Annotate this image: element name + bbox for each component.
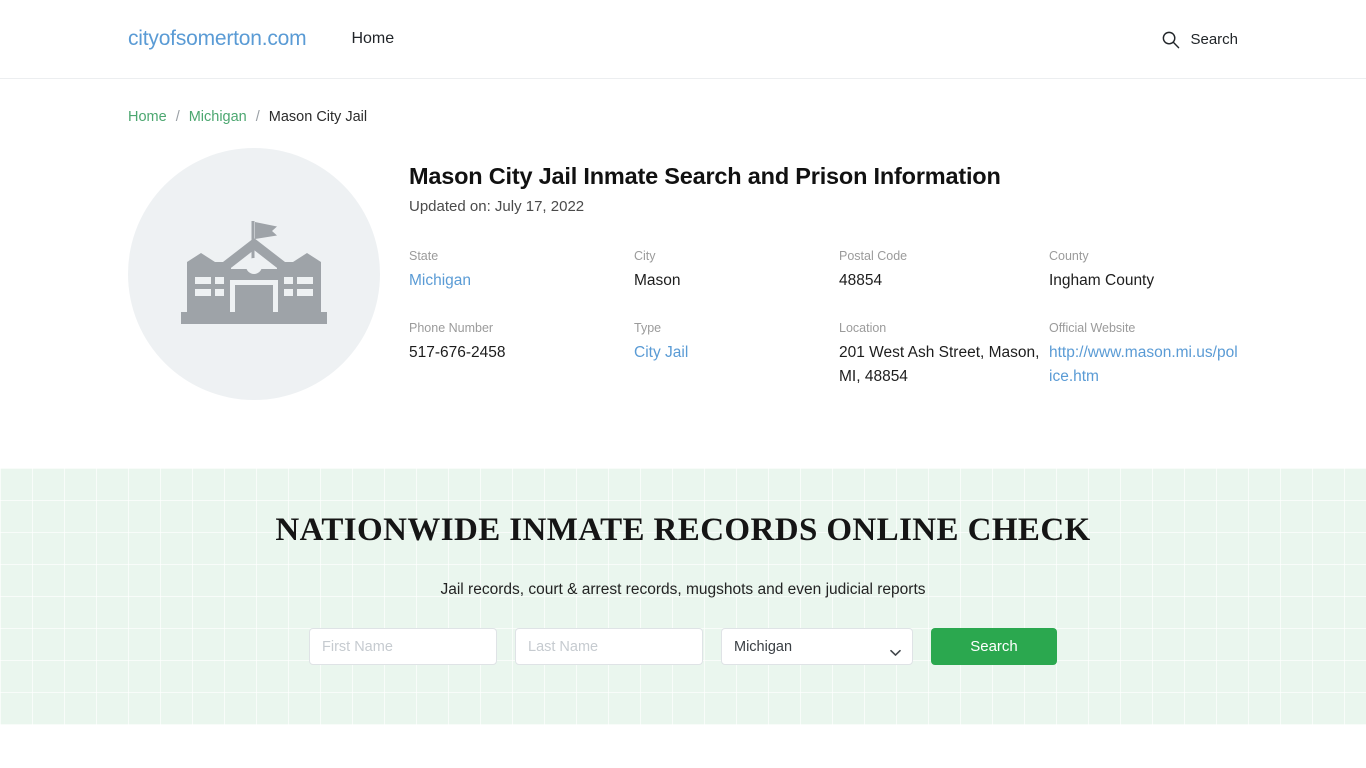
- nav-item-home[interactable]: Home: [349, 26, 396, 52]
- info-value: http://www.mason.mi.us/police.htm: [1049, 341, 1238, 389]
- info-value: Ingham County: [1049, 271, 1155, 289]
- info-value: 48854: [839, 271, 883, 289]
- facility-info-grid: State Michigan City Mason Postal Code 48…: [409, 249, 1238, 389]
- info-value: 517-676-2458: [409, 343, 506, 361]
- site-logo[interactable]: cityofsomerton.com: [128, 27, 307, 51]
- breadcrumb-separator: /: [255, 109, 260, 125]
- last-name-input[interactable]: [515, 628, 703, 665]
- breadcrumb-item-current: Mason City Jail: [268, 109, 368, 125]
- hero-body: Mason City Jail Inmate Search and Prison…: [380, 143, 1238, 389]
- hero-section: Mason City Jail Inmate Search and Prison…: [0, 125, 1366, 400]
- info-field-official-website: Official Website http://www.mason.mi.us/…: [1049, 321, 1238, 389]
- facility-image: [128, 148, 380, 400]
- breadcrumb-separator: /: [175, 109, 180, 125]
- building-icon: [181, 213, 327, 335]
- breadcrumb-item-michigan[interactable]: Michigan: [189, 109, 247, 125]
- promo-search-button[interactable]: Search: [931, 628, 1057, 665]
- type-link[interactable]: City Jail: [634, 344, 688, 361]
- promo-subtitle: Jail records, court & arrest records, mu…: [440, 581, 926, 598]
- inmate-records-promo: NATIONWIDE INMATE RECORDS ONLINE CHECK J…: [0, 468, 1366, 725]
- inmate-search-form: Michigan Search: [0, 628, 1366, 665]
- info-value: Mason: [634, 271, 681, 289]
- info-field-city: City Mason: [634, 249, 839, 293]
- header-search-button[interactable]: Search: [1161, 30, 1238, 49]
- breadcrumb: Home / Michigan / Mason City Jail: [128, 109, 1238, 125]
- info-label: Phone Number: [409, 320, 494, 335]
- header-search-label: Search: [1190, 30, 1238, 48]
- info-label: City: [634, 248, 656, 263]
- state-link[interactable]: Michigan: [409, 272, 471, 289]
- state-select-wrap: Michigan: [721, 628, 913, 665]
- state-select[interactable]: Michigan: [721, 628, 913, 665]
- search-icon: [1161, 30, 1180, 49]
- official-website-link[interactable]: http://www.mason.mi.us/police.htm: [1049, 344, 1238, 385]
- info-label: Official Website: [1049, 320, 1136, 335]
- info-label: County: [1049, 248, 1089, 263]
- updated-date: Updated on: July 17, 2022: [409, 197, 585, 215]
- info-field-type: Type City Jail: [634, 321, 839, 389]
- info-label: Location: [839, 320, 887, 335]
- page-title: Mason City Jail Inmate Search and Prison…: [409, 163, 1001, 189]
- site-header: cityofsomerton.com Home Search: [0, 0, 1366, 79]
- info-label: Type: [634, 320, 662, 335]
- info-value: City Jail: [634, 341, 839, 365]
- info-field-state: State Michigan: [409, 249, 634, 293]
- info-field-county: County Ingham County: [1049, 249, 1238, 293]
- first-name-input[interactable]: [309, 628, 497, 665]
- info-field-postal-code: Postal Code 48854: [839, 249, 1049, 293]
- promo-title: NATIONWIDE INMATE RECORDS ONLINE CHECK: [275, 512, 1091, 548]
- info-label: Postal Code: [839, 248, 908, 263]
- info-value: Michigan: [409, 269, 634, 293]
- main-nav: Home: [349, 26, 396, 52]
- info-value: 201 West Ash Street, Mason, MI, 48854: [839, 343, 1040, 385]
- info-label: State: [409, 248, 439, 263]
- breadcrumb-item-home[interactable]: Home: [128, 109, 167, 125]
- breadcrumb-wrap: Home / Michigan / Mason City Jail: [0, 79, 1366, 125]
- info-field-phone-number: Phone Number 517-676-2458: [409, 321, 634, 389]
- info-field-location: Location 201 West Ash Street, Mason, MI,…: [839, 321, 1049, 389]
